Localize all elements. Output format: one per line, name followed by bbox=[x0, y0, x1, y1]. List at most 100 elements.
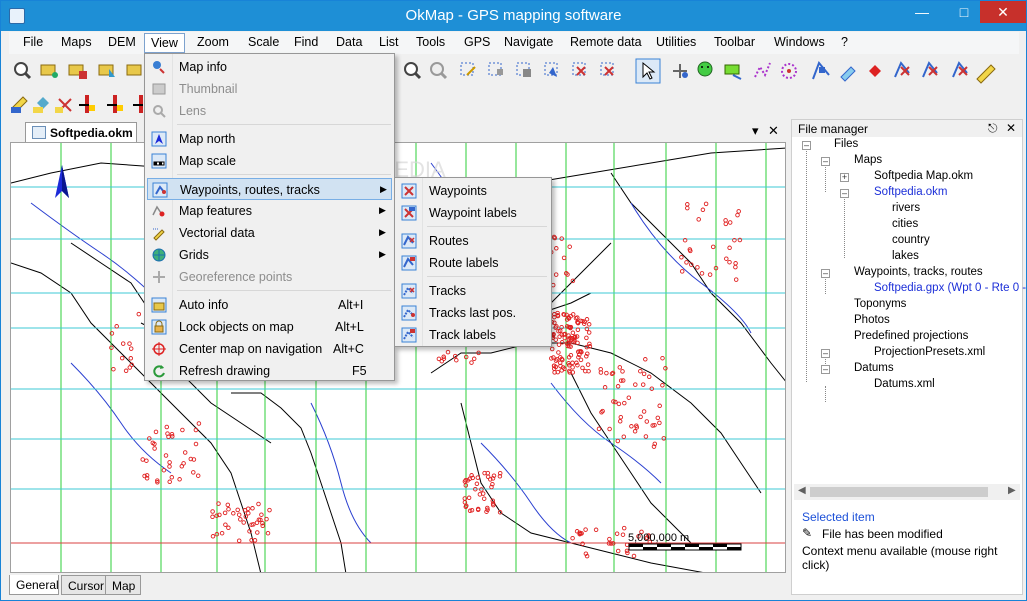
tree-horizontal-scrollbar[interactable]: ◀ ▶ bbox=[794, 484, 1020, 500]
menu-item-auto-info[interactable]: Auto info Alt+I bbox=[147, 294, 392, 316]
menu-item-center-map[interactable]: Center map on navigation Alt+C bbox=[147, 338, 392, 360]
tree-node-softpedia-gpx[interactable]: Softpedia.gpx (Wpt 0 - Rte 0 - T bbox=[874, 282, 1027, 294]
menu-item-lens[interactable]: Lens bbox=[147, 100, 392, 122]
menu-list[interactable]: List bbox=[379, 35, 398, 49]
submenu-item-tracks[interactable]: Tracks bbox=[397, 280, 549, 302]
expander-softpedia-okm[interactable]: – bbox=[840, 189, 849, 198]
maximize-button[interactable]: □ bbox=[950, 1, 978, 23]
file-modified-status: File has been modified bbox=[822, 527, 943, 541]
waypoint-marker bbox=[620, 532, 626, 537]
expander-files[interactable]: – bbox=[802, 141, 811, 150]
expander-datums[interactable]: – bbox=[821, 365, 830, 374]
waypoint-marker bbox=[733, 264, 738, 270]
tree-node-projection-presets[interactable]: ProjectionPresets.xml bbox=[874, 346, 985, 358]
waypoint-marker bbox=[615, 548, 621, 554]
tree-node-rivers[interactable]: rivers bbox=[892, 202, 920, 214]
scroll-right-icon[interactable]: ▶ bbox=[1008, 485, 1016, 496]
tree-node-predefined-projections[interactable]: Predefined projections bbox=[854, 330, 968, 342]
tree-node-cities[interactable]: cities bbox=[892, 218, 918, 230]
menu-tools[interactable]: Tools bbox=[416, 35, 445, 49]
tree-node-country[interactable]: country bbox=[892, 234, 930, 246]
menu-item-vectorial-data[interactable]: Vectorial data ▶ bbox=[147, 222, 392, 244]
expander-predefined-projections[interactable]: – bbox=[821, 349, 830, 358]
menu-item-map-north[interactable]: Map north bbox=[147, 128, 392, 150]
close-window-button[interactable]: ✕ bbox=[980, 1, 1026, 23]
tab-cursor[interactable]: Cursor bbox=[61, 575, 109, 595]
expander-softpedia-map[interactable]: + bbox=[840, 173, 849, 182]
menu-dem[interactable]: DEM bbox=[108, 35, 136, 49]
waypoint-marker bbox=[727, 259, 732, 265]
menu-utilities[interactable]: Utilities bbox=[656, 35, 696, 49]
waypoint-marker bbox=[167, 464, 172, 469]
tree-node-datums[interactable]: Datums bbox=[854, 362, 894, 374]
menu-windows[interactable]: Windows bbox=[774, 35, 825, 49]
tab-list-button[interactable]: ▾ bbox=[752, 123, 759, 139]
waypoint-marker bbox=[256, 501, 261, 507]
tree-node-maps[interactable]: Maps bbox=[854, 154, 882, 166]
menu-item-georeference-points[interactable]: Georeference points bbox=[147, 266, 392, 288]
menu-zoom[interactable]: Zoom bbox=[197, 35, 229, 49]
file-tree[interactable]: – Files – Maps + Softpedia Map.okm – Sof… bbox=[792, 138, 1027, 478]
waypoint-marker bbox=[622, 400, 627, 406]
tree-node-datums-xml[interactable]: Datums.xml bbox=[874, 378, 935, 390]
waypoint-marker bbox=[727, 245, 732, 251]
expander-maps[interactable]: – bbox=[821, 157, 830, 166]
menu-item-refresh-drawing[interactable]: Refresh drawing F5 bbox=[147, 360, 392, 382]
waypoint-marker bbox=[161, 467, 167, 473]
waypoint-marker bbox=[265, 530, 271, 536]
waypoint-marker bbox=[593, 527, 599, 533]
submenu-item-track-labels[interactable]: Track labels bbox=[397, 324, 549, 346]
menu-item-grids[interactable]: Grids ▶ bbox=[147, 244, 392, 266]
tab-map[interactable]: Map bbox=[105, 575, 141, 595]
submenu-item-route-labels[interactable]: Route labels bbox=[397, 252, 549, 274]
menu-file[interactable]: File bbox=[23, 35, 43, 49]
expander-waypoints[interactable]: – bbox=[821, 269, 830, 278]
close-panel-button[interactable]: ✕ bbox=[1006, 121, 1016, 135]
menu-item-map-features[interactable]: Map features ▶ bbox=[147, 200, 392, 222]
menu-toolbar[interactable]: Toolbar bbox=[714, 35, 755, 49]
menu-item-thumbnail[interactable]: Thumbnail bbox=[147, 78, 392, 100]
tree-node-softpedia-map[interactable]: Softpedia Map.okm bbox=[874, 170, 973, 182]
tree-node-files[interactable]: Files bbox=[834, 138, 858, 150]
waypoint-marker bbox=[643, 357, 648, 362]
waypoint-marker bbox=[679, 269, 685, 274]
waypoint-marker bbox=[641, 371, 647, 377]
menu-item-map-scale[interactable]: Map scale bbox=[147, 150, 392, 172]
menu-navigate[interactable]: Navigate bbox=[504, 35, 553, 49]
tree-node-lakes[interactable]: lakes bbox=[892, 250, 919, 262]
tree-node-toponyms[interactable]: Toponyms bbox=[854, 298, 906, 310]
scroll-left-icon[interactable]: ◀ bbox=[798, 485, 806, 496]
submenu-item-waypoint-labels[interactable]: Waypoint labels bbox=[397, 202, 549, 224]
close-document-button[interactable]: ✕ bbox=[768, 123, 779, 139]
submenu-arrow-icon: ▶ bbox=[379, 249, 386, 259]
tree-node-photos[interactable]: Photos bbox=[854, 314, 890, 326]
waypoint-marker bbox=[167, 479, 172, 485]
menu-item-waypoints-routes-tracks[interactable]: Waypoints, routes, tracks ▶ bbox=[147, 178, 392, 200]
menu-item-lock-objects[interactable]: Lock objects on map Alt+L bbox=[147, 316, 392, 338]
pin-icon[interactable]: ⎋ bbox=[988, 121, 998, 136]
tab-general[interactable]: General bbox=[9, 575, 59, 595]
menu-gps[interactable]: GPS bbox=[464, 35, 490, 49]
menu-item-map-info[interactable]: Map info bbox=[147, 56, 392, 78]
minimize-button[interactable]: — bbox=[908, 1, 936, 23]
tree-node-waypoints-tracks-routes[interactable]: Waypoints, tracks, routes bbox=[854, 266, 983, 278]
waypoint-marker bbox=[144, 458, 149, 463]
submenu-item-routes[interactable]: Routes bbox=[397, 230, 549, 252]
submenu-item-waypoints[interactable]: Waypoints bbox=[397, 180, 549, 202]
waypoint-marker bbox=[615, 384, 621, 389]
waypoint-marker bbox=[219, 530, 225, 536]
menu-remote-data[interactable]: Remote data bbox=[570, 35, 642, 49]
menu-scale[interactable]: Scale bbox=[248, 35, 279, 49]
waypoint-marker bbox=[552, 320, 557, 326]
tree-node-softpedia-okm[interactable]: Softpedia.okm bbox=[874, 186, 948, 198]
menu-help[interactable]: ? bbox=[841, 35, 848, 49]
document-tab[interactable]: Softpedia.okm bbox=[25, 122, 137, 142]
menu-data[interactable]: Data bbox=[336, 35, 362, 49]
menu-view[interactable]: View bbox=[144, 33, 185, 53]
submenu-item-tracks-last-pos[interactable]: Tracks last pos. bbox=[397, 302, 549, 324]
menu-maps[interactable]: Maps bbox=[61, 35, 92, 49]
view-menu-dropdown: Map info Thumbnail Lens Map north Map sc… bbox=[144, 53, 395, 381]
menu-find[interactable]: Find bbox=[294, 35, 318, 49]
waypoint-marker bbox=[617, 419, 623, 424]
scrollbar-thumb[interactable] bbox=[810, 487, 988, 497]
